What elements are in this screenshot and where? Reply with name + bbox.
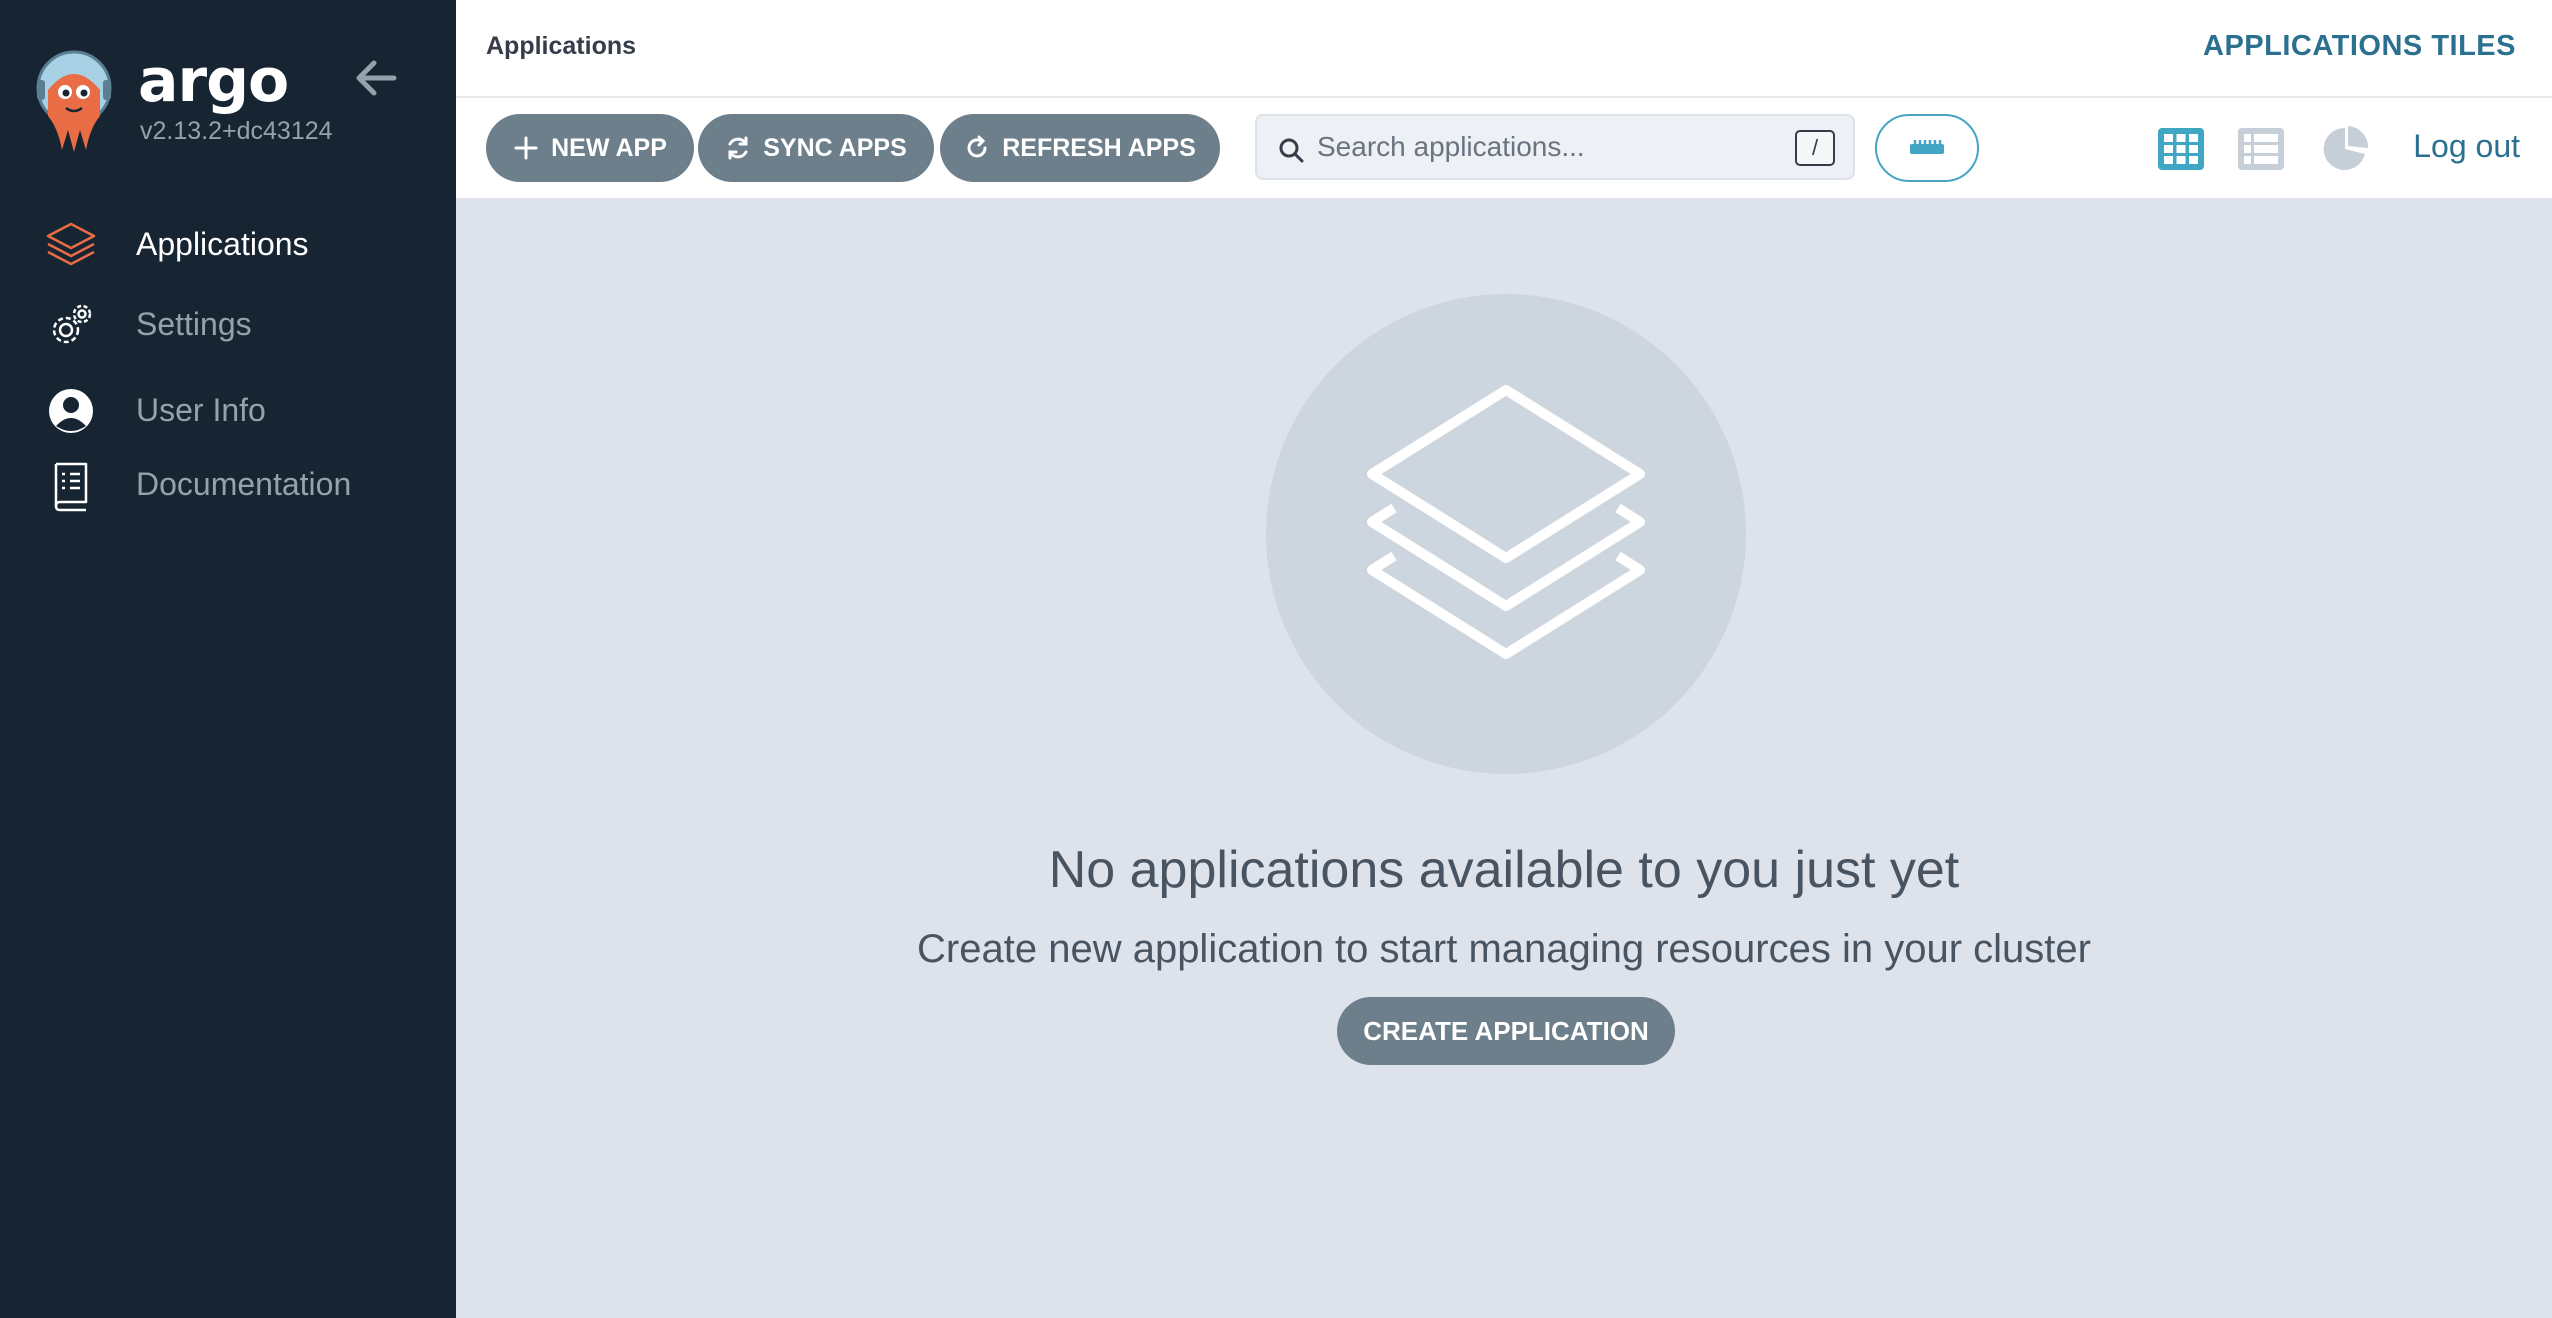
toolbar: NEW APP SYNC APPS REFRESH APPS / [456, 98, 2552, 200]
sidebar-item-label: Documentation [136, 466, 352, 502]
empty-state-illustration [1266, 294, 1746, 774]
sync-icon [728, 136, 748, 160]
sidebar-item-user-info[interactable]: User Info [0, 372, 456, 444]
new-app-button[interactable]: NEW APP [486, 114, 694, 182]
empty-state-subtitle: Create new application to start managing… [917, 927, 2091, 971]
layers-icon [46, 222, 96, 266]
search-box: / [1255, 114, 1855, 180]
page-title: APPLICATIONS TILES [2203, 30, 2516, 62]
sync-apps-label: SYNC APPS [763, 133, 907, 162]
sidebar-item-label: User Info [136, 392, 266, 428]
new-app-label: NEW APP [551, 133, 667, 162]
sync-apps-button[interactable]: SYNC APPS [698, 114, 934, 182]
ruler-icon [1910, 140, 1944, 154]
sidebar: argo v2.13.2+dc43124 Applications Settin… [0, 0, 456, 1318]
empty-state-title: No applications available to you just ye… [1048, 841, 1960, 899]
logout-link[interactable]: Log out [2413, 128, 2520, 165]
list-icon[interactable] [2236, 126, 2286, 172]
breadcrumb[interactable]: Applications [486, 32, 636, 61]
version-label: v2.13.2+dc43124 [140, 117, 333, 145]
filter-button[interactable] [1875, 114, 1979, 182]
plus-icon [514, 136, 538, 160]
sidebar-item-label: Settings [136, 306, 252, 342]
refresh-icon [967, 135, 987, 158]
create-application-button[interactable]: CREATE APPLICATION [1337, 997, 1675, 1065]
sidebar-item-documentation[interactable]: Documentation [0, 446, 456, 518]
brand-name: argo [138, 46, 289, 116]
search-shortcut-badge: / [1795, 130, 1835, 166]
sidebar-item-applications[interactable]: Applications [0, 206, 456, 278]
refresh-apps-label: REFRESH APPS [1002, 133, 1196, 162]
sidebar-item-label: Applications [136, 226, 309, 262]
sidebar-item-settings[interactable]: Settings [0, 286, 456, 358]
top-header: Applications APPLICATIONS TILES [456, 0, 2552, 98]
book-icon [54, 462, 88, 512]
search-icon [1279, 138, 1304, 163]
argo-logo-icon [36, 50, 112, 152]
layers-icon [1367, 385, 1645, 659]
refresh-apps-button[interactable]: REFRESH APPS [940, 114, 1220, 182]
grid-icon[interactable] [2156, 126, 2206, 172]
search-input[interactable] [1317, 116, 1787, 178]
arrow-left-icon[interactable] [354, 58, 398, 98]
gears-icon [52, 304, 92, 344]
user-circle-icon [49, 389, 93, 433]
pie-chart-icon[interactable] [2320, 126, 2370, 172]
